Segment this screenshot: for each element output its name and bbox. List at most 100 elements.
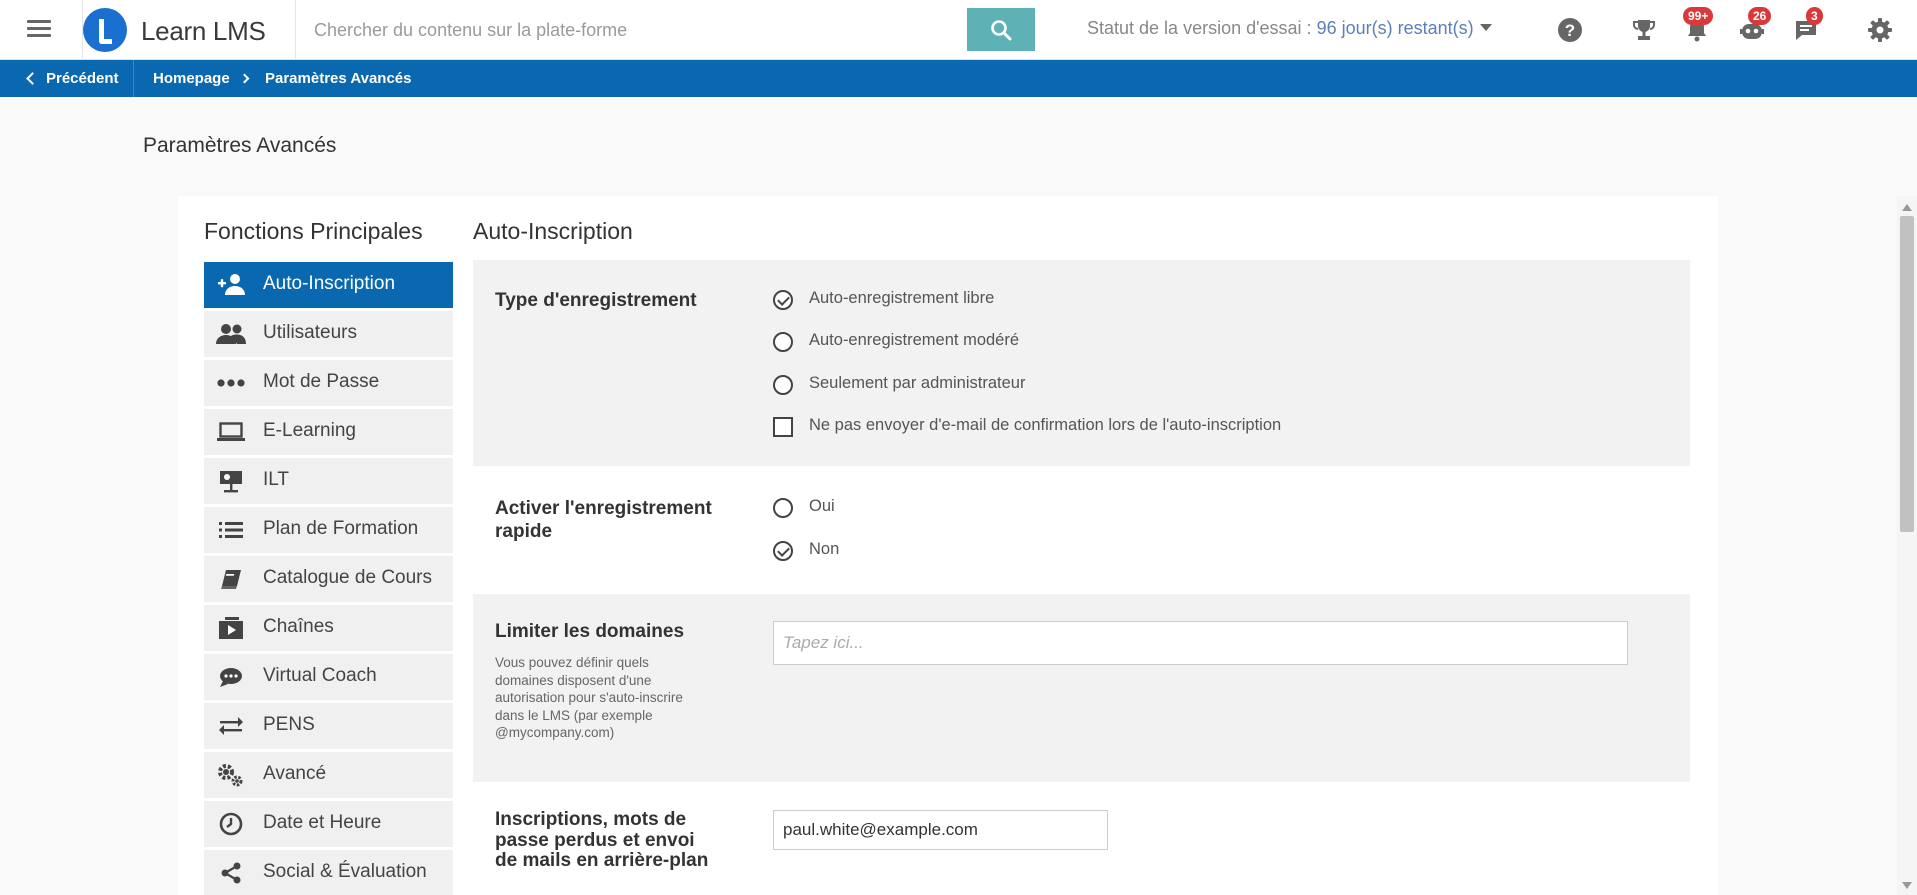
option-label: Oui bbox=[809, 497, 835, 515]
quick-registration-section: Activer l'enregistrement rapide Oui Non bbox=[473, 470, 1690, 590]
sidebar-item-social-evaluation[interactable]: Social & Évaluation bbox=[204, 850, 453, 895]
book-icon bbox=[221, 570, 241, 589]
sidebar-item-auto-inscription[interactable]: Auto-Inscription bbox=[204, 262, 453, 308]
registration-type-title: Type d'enregistrement bbox=[495, 290, 697, 311]
sidebar-item-label: Plan de Formation bbox=[263, 518, 419, 539]
quick-registration-title-line: rapide bbox=[495, 521, 553, 542]
tutor-badge: 26 bbox=[1748, 7, 1772, 25]
scrollbar-thumb[interactable] bbox=[1900, 216, 1914, 532]
sidebar-item-label: Social & Évaluation bbox=[263, 861, 427, 882]
breadcrumb-home-link[interactable]: Homepage bbox=[153, 70, 230, 87]
notifications-badge: 99+ bbox=[1683, 7, 1714, 25]
search-input[interactable] bbox=[300, 10, 967, 50]
sidebar-item-label: Avancé bbox=[263, 763, 327, 784]
sidebar-item-avance[interactable]: Avancé bbox=[204, 752, 453, 798]
sidebar-item-label: Date et Heure bbox=[263, 812, 382, 833]
sidebar-item-label: E-Learning bbox=[263, 420, 356, 441]
sidebar-item-label: ILT bbox=[263, 469, 290, 490]
share-icon bbox=[221, 862, 241, 884]
sidebar-item-label: Utilisateurs bbox=[263, 322, 357, 343]
sidebar-item-label: Virtual Coach bbox=[263, 665, 377, 686]
option-label: Non bbox=[809, 540, 840, 558]
sidebar-item-pens[interactable]: PENS bbox=[204, 703, 453, 749]
sidebar-heading: Fonctions Principales bbox=[204, 218, 423, 244]
top-bar: Learn LMS Statut de la version d'essai :… bbox=[0, 0, 1917, 60]
email-section-title: Inscriptions, mots de passe perdus et en… bbox=[495, 809, 709, 872]
sidebar-item-label: PENS bbox=[263, 714, 315, 735]
trophy-icon[interactable] bbox=[1630, 16, 1658, 44]
gears-icon bbox=[218, 764, 243, 787]
scrollbar[interactable] bbox=[1897, 196, 1917, 895]
sidebar-item-virtual-coach[interactable]: Virtual Coach bbox=[204, 654, 453, 700]
sidebar-item-label: Chaînes bbox=[263, 616, 334, 637]
password-dots-icon bbox=[217, 379, 245, 387]
robot-icon[interactable]: 26 bbox=[1738, 7, 1772, 44]
sidebar-item-ilt[interactable]: ILT bbox=[204, 458, 453, 504]
chevron-left-icon bbox=[26, 72, 39, 85]
logo[interactable]: Learn LMS bbox=[82, 0, 296, 60]
chat-bubble-icon bbox=[220, 668, 242, 687]
brand-name: Learn LMS bbox=[141, 16, 266, 46]
breadcrumb-current: Paramètres Avancés bbox=[265, 70, 412, 87]
trial-days: 96 jour(s) restant(s) bbox=[1316, 18, 1474, 38]
scroll-down-icon[interactable] bbox=[1902, 882, 1912, 889]
laptop-icon bbox=[217, 422, 245, 441]
scroll-up-icon[interactable] bbox=[1902, 204, 1912, 211]
sidebar-item-label: Auto-Inscription bbox=[263, 273, 396, 294]
gear-icon[interactable] bbox=[1866, 16, 1894, 44]
radio-button bbox=[773, 375, 793, 395]
list-icon bbox=[219, 522, 243, 538]
sidebar-item-mot-de-passe[interactable]: Mot de Passe bbox=[204, 360, 453, 406]
email-title-line: de mails en arrière-plan bbox=[495, 850, 709, 871]
radio-button bbox=[773, 498, 793, 518]
bell-icon[interactable]: 99+ bbox=[1683, 7, 1714, 44]
sidebar-item-label: Mot de Passe bbox=[263, 371, 380, 392]
users-icon bbox=[216, 324, 246, 344]
breadcrumb: Précédent Homepage Paramètres Avancés bbox=[0, 60, 1917, 97]
messages-badge: 3 bbox=[1806, 7, 1823, 25]
radio-button bbox=[773, 290, 793, 310]
sidebar-item-e-learning[interactable]: E-Learning bbox=[204, 409, 453, 455]
svg-text:?: ? bbox=[1565, 21, 1575, 40]
limit-domains-description: Vous pouvez définir quels domaines dispo… bbox=[495, 655, 683, 740]
radio-button bbox=[773, 332, 793, 352]
logo-mark-icon bbox=[83, 8, 127, 52]
registration-type-section: Type d'enregistrement Auto-enregistremen… bbox=[473, 260, 1690, 466]
limit-domains-section: Limiter les domaines Vous pouvez définir… bbox=[473, 594, 1690, 782]
sidebar-item-date-et-heure[interactable]: Date et Heure bbox=[204, 801, 453, 847]
sidebar-menu: Auto-Inscription Utilisateurs Mot de Pas… bbox=[204, 262, 453, 895]
limit-domains-title: Limiter les domaines bbox=[495, 621, 685, 642]
domains-input[interactable] bbox=[773, 621, 1628, 665]
checkbox-label: Ne pas envoyer d'e-mail de confirmation … bbox=[809, 416, 1282, 434]
quick-registration-title-line: Activer l'enregistrement bbox=[495, 498, 712, 519]
sidebar-item-catalogue-de-cours[interactable]: Catalogue de Cours bbox=[204, 556, 453, 602]
presenter-icon bbox=[220, 471, 242, 493]
email-input[interactable] bbox=[773, 810, 1108, 850]
option-label: Auto-enregistrement libre bbox=[809, 289, 995, 307]
checkbox bbox=[773, 417, 793, 437]
trial-status-label: Statut de la version d'essai : bbox=[1087, 18, 1317, 38]
option-label: Auto-enregistrement modéré bbox=[809, 331, 1020, 349]
trial-status[interactable]: Statut de la version d'essai : 96 jour(s… bbox=[1087, 18, 1492, 39]
caret-down-icon bbox=[1479, 24, 1492, 31]
clock-icon bbox=[219, 812, 243, 836]
back-button[interactable]: Précédent bbox=[0, 60, 134, 97]
menu-icon[interactable] bbox=[18, 16, 60, 44]
channels-icon bbox=[219, 617, 243, 639]
radio-button bbox=[773, 541, 793, 561]
search-button[interactable] bbox=[967, 8, 1035, 51]
chat-icon[interactable]: 3 bbox=[1792, 7, 1823, 44]
user-add-icon bbox=[218, 274, 245, 295]
chevron-right-icon bbox=[239, 73, 250, 84]
sidebar-item-label: Catalogue de Cours bbox=[263, 567, 432, 588]
section-heading: Auto-Inscription bbox=[473, 218, 633, 244]
sidebar-item-plan-de-formation[interactable]: Plan de Formation bbox=[204, 507, 453, 553]
sidebar-item-utilisateurs[interactable]: Utilisateurs bbox=[204, 311, 453, 357]
email-section: Inscriptions, mots de passe perdus et en… bbox=[473, 786, 1690, 895]
option-label: Seulement par administrateur bbox=[809, 374, 1026, 392]
sidebar-item-chaines[interactable]: Chaînes bbox=[204, 605, 453, 651]
back-label: Précédent bbox=[46, 70, 119, 87]
email-title-line: passe perdus et envoi bbox=[495, 829, 695, 851]
search-icon bbox=[991, 20, 1012, 41]
help-icon[interactable]: ? bbox=[1556, 16, 1584, 44]
